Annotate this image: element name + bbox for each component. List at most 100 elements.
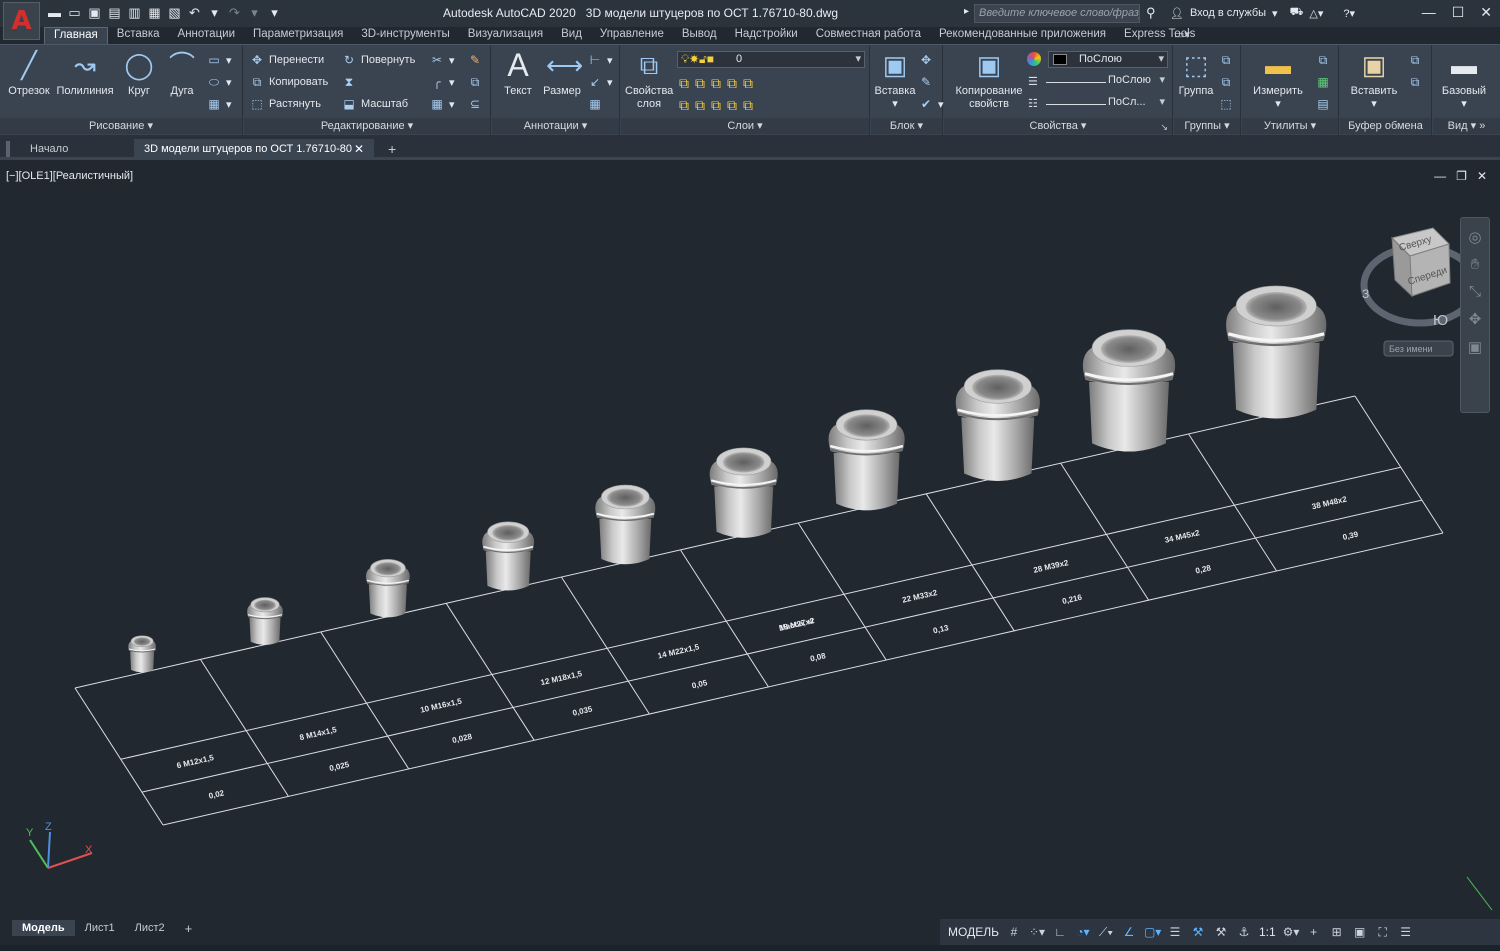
help-icon[interactable]: ?▾: [1343, 7, 1355, 20]
ribbon-tab[interactable]: Вид: [552, 27, 591, 44]
autodesk-a360-icon[interactable]: △▾: [1309, 7, 1323, 20]
fitting-model[interactable]: [955, 369, 1040, 481]
arc-button[interactable]: ⌒ Дуга: [162, 49, 202, 98]
copy-clip-button[interactable]: ⧉: [1408, 53, 1422, 67]
clean-screen-icon[interactable]: ⛶: [1375, 925, 1391, 940]
open-web-icon[interactable]: ▥: [126, 5, 143, 21]
polar-tracking-icon[interactable]: ◔▾: [1075, 925, 1091, 939]
text-button[interactable]: A Текст: [498, 49, 538, 98]
snap-icon[interactable]: ⁘▾: [1029, 925, 1045, 939]
layer-tools-row-2-icons[interactable]: ⧉⧉⧉⧉⧉: [679, 97, 759, 114]
workspace-gear-icon[interactable]: ⚙▾: [1283, 925, 1300, 939]
ribbon-tab[interactable]: Надстройки: [726, 27, 807, 44]
search-expand-icon[interactable]: ▸: [964, 6, 969, 17]
open-file-icon[interactable]: ▭: [66, 5, 83, 21]
mirror-button[interactable]: ⧗: [342, 75, 356, 89]
viewcube-west-label[interactable]: З: [1362, 287, 1369, 301]
ribbon-tab[interactable]: 3D-инструменты: [352, 27, 458, 44]
ribbon-tab[interactable]: Вставка: [108, 27, 169, 44]
leader-button[interactable]: ⊢ ▾: [588, 53, 613, 67]
ribbon-tab[interactable]: Аннотации: [169, 27, 244, 44]
multileader-button[interactable]: ↙ ▾: [588, 75, 613, 89]
tab-sheet2[interactable]: Лист2: [125, 920, 175, 936]
ribbon-tab[interactable]: Главная: [44, 27, 108, 44]
viewport-close-icon[interactable]: ✕: [1477, 169, 1487, 183]
cart-icon[interactable]: ⛟: [1290, 6, 1304, 20]
steering-wheel-icon[interactable]: ◎: [1461, 228, 1489, 246]
group-button[interactable]: ⬚ Группа: [1176, 49, 1216, 98]
panel-modify-title[interactable]: Редактирование ▾: [244, 118, 490, 134]
ucs-menu-label[interactable]: Без имени: [1389, 344, 1433, 354]
ribbon-tab[interactable]: Вывод: [673, 27, 726, 44]
lineweight-display-icon[interactable]: ☰: [1167, 925, 1183, 939]
ribbon-tab[interactable]: Express Tools: [1115, 27, 1204, 44]
offset-button[interactable]: ⊆: [468, 97, 482, 111]
customize-qat-icon[interactable]: ▾: [266, 5, 283, 21]
customize-status-icon[interactable]: ☰: [1398, 925, 1414, 939]
hardware-acceleration-icon[interactable]: ▣: [1352, 925, 1368, 939]
search-input[interactable]: Введите ключевое слово/фразу: [974, 4, 1140, 23]
viewport-minimize-icon[interactable]: —: [1434, 169, 1446, 183]
panel-draw-title[interactable]: Рисование ▾: [0, 118, 242, 134]
viewport-restore-icon[interactable]: ❐: [1456, 169, 1467, 183]
polyline-button[interactable]: ↝ Полилиния: [54, 49, 116, 98]
object-snap-tracking-icon[interactable]: ∠: [1121, 925, 1137, 939]
tab-sheet1[interactable]: Лист1: [75, 920, 125, 936]
quick-select-button[interactable]: ⧉: [1316, 53, 1330, 67]
annotation-scale-icon[interactable]: ⚓︎: [1236, 925, 1252, 939]
isodraft-icon[interactable]: ⟋▾: [1098, 925, 1114, 940]
insert-block-button[interactable]: ▣ Вставка ▾: [874, 49, 916, 111]
layer-properties-button[interactable]: ⧉ Свойства слоя: [625, 49, 673, 111]
rectangle-button[interactable]: ▭ ▾: [207, 53, 231, 67]
fitting-model[interactable]: [1226, 285, 1327, 419]
undo-dropdown-icon[interactable]: ▾: [206, 5, 223, 21]
model-space-toggle[interactable]: МОДЕЛЬ: [948, 925, 999, 939]
trim-button[interactable]: ✂ ▾: [430, 53, 455, 67]
scale-button[interactable]: ⬓ Масштаб: [342, 97, 408, 111]
table-button[interactable]: ▦: [588, 97, 602, 111]
binoculars-icon[interactable]: ⚲: [1146, 5, 1156, 21]
ellipse-button[interactable]: ⬭ ▾: [207, 75, 232, 89]
grid-icon[interactable]: #: [1006, 925, 1022, 939]
edit-block-button[interactable]: ✎: [919, 75, 933, 89]
properties-dialog-launcher-icon[interactable]: ↘: [1160, 122, 1168, 133]
tab-start[interactable]: Начало: [20, 139, 132, 160]
panel-view-title[interactable]: Вид ▾ »: [1433, 118, 1500, 134]
base-view-button[interactable]: ▬ Базовый ▾: [1439, 49, 1489, 111]
dimension-button[interactable]: ⟷ Размер: [540, 49, 584, 98]
auto-scale-icon[interactable]: ⚒: [1213, 925, 1229, 939]
save-web-icon[interactable]: ▦: [146, 5, 163, 21]
move-button[interactable]: ✥ Перенести: [250, 53, 324, 67]
add-layout-icon[interactable]: +: [175, 919, 203, 938]
fitting-model[interactable]: [595, 484, 656, 565]
panel-properties-title[interactable]: Свойства ▾: [944, 118, 1172, 134]
line-button[interactable]: ╱ Отрезок: [6, 49, 52, 98]
redo-icon[interactable]: ↷: [226, 5, 243, 21]
ribbon-tab[interactable]: Визуализация: [459, 27, 552, 44]
color-wheel-icon[interactable]: [1027, 52, 1041, 66]
close-icon[interactable]: ✕: [1480, 4, 1492, 21]
explode-button[interactable]: ⧉: [468, 75, 482, 89]
ribbon-tab[interactable]: Рекомендованные приложения: [930, 27, 1115, 44]
viewcube[interactable]: Сверху Спереди В З Ю Без имени: [1360, 227, 1480, 357]
cut-button[interactable]: ⧉: [1408, 75, 1422, 89]
new-file-icon[interactable]: ▬: [46, 5, 63, 21]
save-as-icon[interactable]: ▤: [106, 5, 123, 21]
application-menu-button[interactable]: A: [3, 2, 40, 40]
annotation-scale-value[interactable]: 1:1: [1259, 925, 1276, 939]
viewport-label[interactable]: [−][OLE1][Реалистичный]: [6, 170, 133, 182]
object-snap-icon[interactable]: ▢▾: [1144, 925, 1161, 939]
pan-icon[interactable]: ✋︎: [1461, 256, 1489, 273]
fitting-model[interactable]: [128, 635, 156, 673]
panel-groups-title[interactable]: Группы ▾: [1174, 118, 1240, 134]
layer-tools-row-1-icons[interactable]: ⧉⧉⧉⧉⧉: [679, 75, 759, 92]
create-block-button[interactable]: ✥: [919, 53, 933, 67]
annotation-visibility-icon[interactable]: ⚒: [1190, 925, 1206, 939]
fitting-model[interactable]: [482, 521, 535, 591]
copy-button[interactable]: ⧉ Копировать: [250, 75, 329, 89]
ribbon-tab[interactable]: Управление: [591, 27, 673, 44]
add-plus-icon[interactable]: +: [1306, 925, 1322, 939]
group-select-button[interactable]: ⬚: [1219, 97, 1233, 111]
close-tab-icon[interactable]: ✕: [354, 142, 364, 156]
undo-icon[interactable]: ↶: [186, 5, 203, 21]
